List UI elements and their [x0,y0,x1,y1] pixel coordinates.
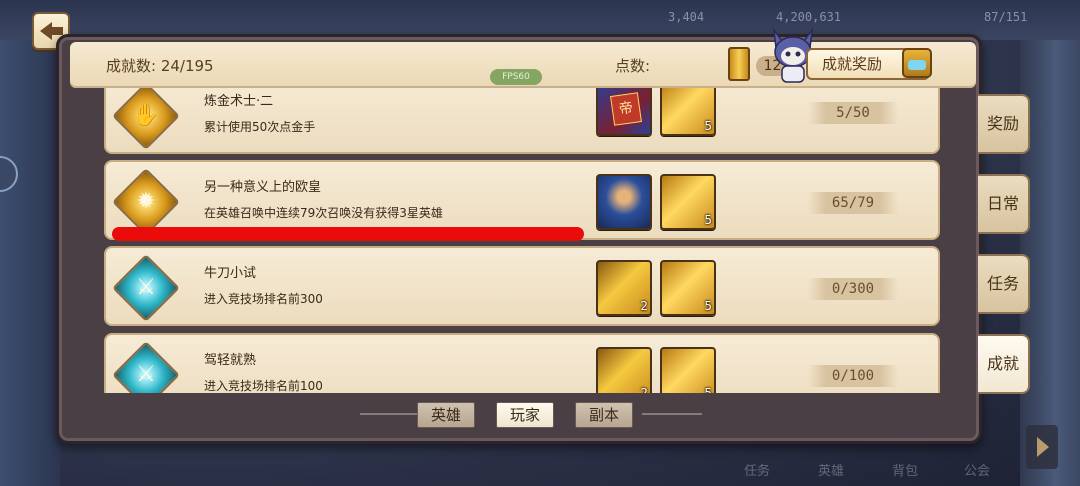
background-currency-text: 4,200,631 [776,10,842,24]
back-arrow-tail [51,27,63,35]
reward-count: 5 [704,386,712,393]
achievement-reward-label: 成就奖励 [822,55,883,73]
achievement-description: 累计使用50次点金手 [204,120,316,134]
achievement-row: ⚔ 驾轻就熟 进入竞技场排名前100 2 5 0/100 [104,333,940,393]
divider [642,413,702,415]
background-left-panel [0,40,60,486]
achievement-reward-button[interactable]: 成就奖励 [806,48,932,80]
gold-book-reward-icon[interactable]: 5 [660,174,716,230]
achievement-title: 另一种意义上的欧皇 [204,180,322,195]
next-arrow-icon[interactable] [1026,425,1058,469]
achievement-description: 在英雄召唤中连续79次召唤没有获得3星英雄 [204,206,443,220]
gold-book-reward-icon[interactable]: 5 [660,88,716,136]
achievement-title: 牛刀小试 [204,266,257,281]
background-stamina-text: 87/151 [984,10,1028,24]
divider [360,413,420,415]
achievement-description: 进入竞技场排名前300 [204,292,323,306]
tab-achievements[interactable]: 成就 [978,334,1030,394]
fps-indicator: FPS60 [490,69,542,85]
achievement-count: 成就数: 24/195 [106,57,214,75]
achievement-book-icon [728,47,750,81]
achievement-progress: 0/100 [808,365,898,387]
sword-glyph: ⚔ [136,275,156,300]
reward-count: 5 [704,119,712,133]
category-tab-bar: 英雄 玩家 副本 [70,395,976,433]
gold-book-reward-icon[interactable]: 5 [660,347,716,393]
achievement-row: ✋ 炼金术士·二 累计使用50次点金手 5 5/50 [104,88,940,154]
treasure-chest-icon [902,48,932,78]
gold-card-reward-icon[interactable]: 2 [596,260,652,316]
points-label: 点数: [615,57,651,75]
reward-count: 2 [640,299,648,313]
achievement-description: 进入竞技场排名前100 [204,379,323,393]
reward-count: 5 [704,213,712,227]
gold-book-reward-icon[interactable]: 5 [660,260,716,316]
reward-count: 2 [640,386,648,393]
red-underline-mark [112,227,584,241]
achievement-title: 驾轻就熟 [204,353,257,368]
tab-heroes[interactable]: 英雄 [417,402,475,428]
sword-glyph: ⚔ [136,362,156,387]
gold-card-reward-icon[interactable]: 2 [596,347,652,393]
tab-dungeon[interactable]: 副本 [575,402,633,428]
background-menu-text: 公会 [964,464,991,479]
background-menu-text: 英雄 [818,464,845,479]
tab-player[interactable]: 玩家 [496,402,554,428]
achievement-progress: 65/79 [808,192,898,214]
achievement-progress: 5/50 [808,102,898,124]
gold-hand-glyph: ✋ [132,103,160,128]
achievement-title: 炼金术士·二 [204,94,274,109]
achievement-row: ⚔ 牛刀小试 进入竞技场排名前300 2 5 0/300 [104,246,940,326]
background-currency-text: 3,404 [668,10,705,24]
tab-tasks[interactable]: 任务 [978,254,1030,314]
reward-count: 5 [704,299,712,313]
tab-rewards[interactable]: 奖励 [978,94,1030,154]
star-burst-glyph: ✹ [136,189,156,214]
red-card-reward-icon[interactable] [596,88,652,136]
background-menu-text: 背包 [892,464,919,479]
achievement-progress: 0/300 [808,278,898,300]
background-menu-text: 任务 [744,464,771,479]
hero-portrait-reward-icon[interactable] [596,174,652,230]
tab-daily[interactable]: 日常 [978,174,1030,234]
